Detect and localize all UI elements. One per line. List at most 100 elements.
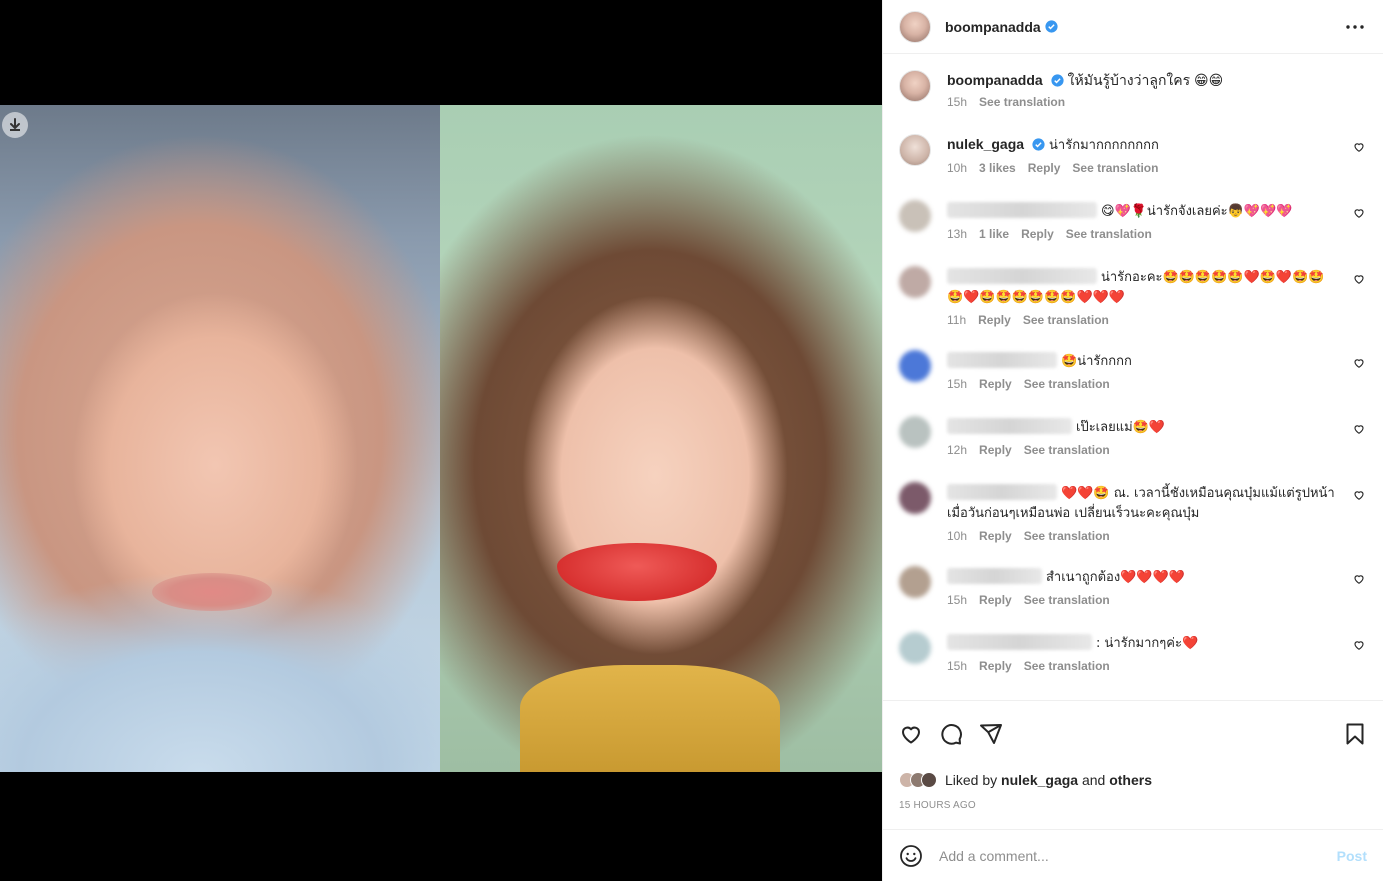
caption-username[interactable]: boompanadda [947, 72, 1043, 88]
emoji-smiley-icon[interactable] [899, 844, 923, 868]
liked-by-line: Liked by nulek_gaga and others [883, 766, 1383, 794]
comments-list[interactable]: boompanadda ให้มันรู้บ้างว่าลูกใคร 😁😁 15h… [883, 54, 1383, 700]
comment-see-translation[interactable]: See translation [1066, 227, 1152, 241]
comment-avatar[interactable] [899, 632, 931, 664]
comment-reply-button[interactable]: Reply [979, 593, 1012, 607]
comment-row: เป๊ะเลยแม่🤩❤️ 12h Reply See translation [899, 414, 1367, 480]
comment-text: 🤩น่ารักกกก [1061, 354, 1132, 369]
comment-like-heart-icon[interactable] [1353, 356, 1365, 368]
comment-avatar[interactable] [899, 566, 931, 598]
instagram-post-view: boompanadda boompanadda ให้มันรู้บ้างว่าล… [0, 0, 1383, 881]
bookmark-icon[interactable] [1343, 722, 1367, 746]
comment-reply-button[interactable]: Reply [979, 529, 1012, 543]
comment-row: nulek_gaga น่ารักมากกกกกกกก 10h 3 likes Rep… [899, 132, 1367, 198]
comment-row: น่ารักอะคะ🤩🤩🤩🤩🤩❤️🤩❤️🤩🤩🤩❤️🤩🤩🤩🤩🤩🤩❤️❤️❤️ 11… [899, 264, 1367, 348]
comment-row: 🤩น่ารักกกก 15h Reply See translation [899, 348, 1367, 414]
more-options-icon[interactable] [1343, 15, 1367, 39]
comment-username-redacted[interactable] [947, 418, 1072, 434]
comment-like-heart-icon[interactable] [1353, 488, 1365, 500]
photo-baby-half [0, 105, 440, 772]
post-header: boompanadda [883, 0, 1383, 54]
comment-reply-button[interactable]: Reply [979, 443, 1012, 457]
comment-time[interactable]: 15h [947, 593, 967, 607]
comment-see-translation[interactable]: See translation [1024, 593, 1110, 607]
post-timestamp[interactable]: 15 HOURS AGO [883, 794, 1383, 829]
comment-likes[interactable]: 1 like [979, 227, 1009, 241]
comment-time[interactable]: 12h [947, 443, 967, 457]
add-comment-bar: Post [883, 829, 1383, 881]
comment-username-redacted[interactable] [947, 202, 1097, 218]
comment-row: ❤️❤️🤩 ณ. เวลานี้ชังเหมือนคุณบุ๋มแม้แต่รู… [899, 480, 1367, 564]
comment-row: : น่ารักมากๆค่ะ❤️ 15h Reply See translatio… [899, 630, 1367, 696]
post-side-panel: boompanadda boompanadda ให้มันรู้บ้างว่าล… [882, 0, 1383, 881]
comment-see-translation[interactable]: See translation [1072, 161, 1158, 175]
comment-text: น่ารักมากกกกกกกก [1049, 138, 1159, 153]
liked-by-prefix: Liked by [945, 772, 998, 788]
comment-see-translation[interactable]: See translation [1024, 443, 1110, 457]
comment-time[interactable]: 10h [947, 529, 967, 543]
comment-see-translation[interactable]: See translation [1024, 377, 1110, 391]
comment-reply-button[interactable]: Reply [1021, 227, 1054, 241]
caption-avatar[interactable] [899, 70, 931, 102]
comment-like-heart-icon[interactable] [1353, 140, 1365, 152]
post-photo[interactable] [0, 105, 882, 772]
comment-avatar[interactable] [899, 266, 931, 298]
liked-by-and: and [1081, 772, 1106, 788]
caption-see-translation[interactable]: See translation [979, 95, 1065, 109]
comment-like-heart-icon[interactable] [1353, 638, 1365, 650]
comment-username-redacted[interactable] [947, 484, 1057, 500]
comment-like-heart-icon[interactable] [1353, 272, 1365, 284]
comment-text: เป๊ะเลยแม่🤩❤️ [1076, 420, 1166, 435]
comment-avatar[interactable] [899, 200, 931, 232]
comment-username-redacted[interactable] [947, 568, 1042, 584]
comment-see-translation[interactable]: See translation [1024, 529, 1110, 543]
liker-avatars[interactable] [899, 772, 937, 788]
comment-time[interactable]: 10h [947, 161, 967, 175]
caption-time[interactable]: 15h [947, 95, 967, 109]
share-paper-plane-icon[interactable] [979, 722, 1003, 746]
comment-text: 😋💖🌹น่ารักจังเลยค่ะ👦💖💖💖 [1101, 204, 1293, 219]
comment-avatar[interactable] [899, 134, 931, 166]
verified-badge-icon [1051, 74, 1064, 87]
comment-reply-button[interactable]: Reply [978, 313, 1011, 327]
add-comment-input[interactable] [939, 847, 1337, 864]
download-icon[interactable] [2, 112, 28, 138]
comment-like-heart-icon[interactable] [1353, 206, 1365, 218]
comment-avatar[interactable] [899, 350, 931, 382]
caption-text: ให้มันรู้บ้างว่าลูกใคร 😁😁 [1067, 72, 1224, 88]
comment-time[interactable]: 15h [947, 659, 967, 673]
verified-badge-icon [1032, 138, 1045, 151]
comment-bubble-icon[interactable] [939, 722, 963, 746]
comment-row: 😋💖🌹น่ารักจังเลยค่ะ👦💖💖💖 13h 1 like Reply See… [899, 198, 1367, 264]
author-username[interactable]: boompanadda [945, 19, 1041, 35]
caption-row: boompanadda ให้มันรู้บ้างว่าลูกใคร 😁😁 15h… [899, 68, 1367, 132]
comment-like-heart-icon[interactable] [1353, 422, 1365, 434]
action-bar [883, 700, 1383, 766]
comment-avatar[interactable] [899, 416, 931, 448]
comment-time[interactable]: 11h [947, 313, 966, 327]
liked-by-user[interactable]: nulek_gaga [1001, 772, 1078, 788]
comment-like-heart-icon[interactable] [1353, 572, 1365, 584]
like-heart-icon[interactable] [899, 722, 923, 746]
comment-reply-button[interactable]: Reply [1028, 161, 1061, 175]
comment-username-redacted[interactable] [947, 352, 1057, 368]
comment-time[interactable]: 15h [947, 377, 967, 391]
post-comment-button[interactable]: Post [1337, 848, 1367, 864]
liked-by-others[interactable]: others [1109, 772, 1152, 788]
comment-rows: nulek_gaga น่ารักมากกกกกกกก 10h 3 likes Rep… [899, 132, 1367, 696]
author-avatar[interactable] [899, 10, 931, 43]
comment-username[interactable]: nulek_gaga [947, 136, 1024, 152]
comment-text: : น่ารักมากๆค่ะ❤️ [1096, 636, 1199, 651]
comment-username-redacted[interactable] [947, 268, 1097, 284]
comment-likes[interactable]: 3 likes [979, 161, 1016, 175]
comment-row: สำเนาถูกต้อง❤️❤️❤️❤️ 15h Reply See transla… [899, 564, 1367, 630]
comment-see-translation[interactable]: See translation [1023, 313, 1109, 327]
comment-avatar[interactable] [899, 482, 931, 514]
comment-see-translation[interactable]: See translation [1024, 659, 1110, 673]
comment-text: สำเนาถูกต้อง❤️❤️❤️❤️ [1046, 570, 1185, 585]
comment-time[interactable]: 13h [947, 227, 967, 241]
comment-reply-button[interactable]: Reply [979, 377, 1012, 391]
comment-reply-button[interactable]: Reply [979, 659, 1012, 673]
verified-badge-icon [1045, 20, 1058, 33]
comment-username-redacted[interactable] [947, 634, 1092, 650]
